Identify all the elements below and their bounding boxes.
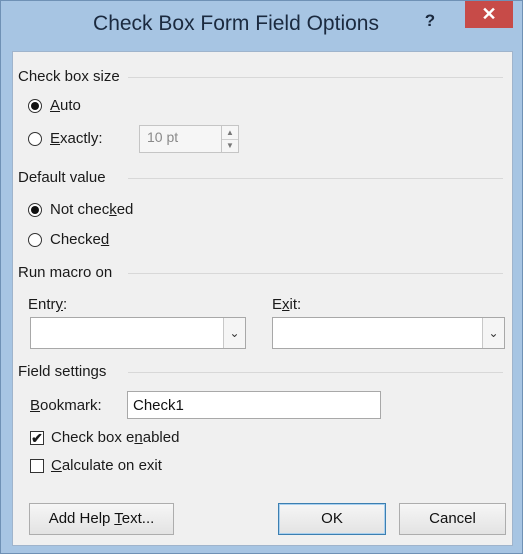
radio-auto-label: Auto [50,97,81,114]
radio-not-checked-label: Not checked [50,201,134,218]
checkbox-enabled-label: Check box enabled [51,429,180,446]
triangle-up-icon[interactable]: ▲ [222,126,238,140]
bookmark-input[interactable] [127,391,381,419]
close-icon: ✕ [481,4,497,24]
exit-label: Exit: [272,296,302,313]
checkbox-enabled-box[interactable]: ✔ [30,430,44,445]
radio-checked[interactable]: Checked [28,231,109,248]
bookmark-label: Bookmark: [30,397,102,414]
dialog-body: Check box size Auto Exactly: 10 pt ▲ ▼ D… [12,51,513,546]
radio-exactly-indicator[interactable] [28,131,42,146]
size-spinner[interactable]: 10 pt ▲ ▼ [139,125,239,153]
checkbox-enabled[interactable]: ✔ Check box enabled [30,429,179,446]
add-help-text-button[interactable]: Add Help Text... [29,503,174,535]
chevron-down-icon[interactable]: ⌄ [223,318,245,348]
field-settings-heading: Field settings [18,363,107,380]
exit-dropdown[interactable]: ⌄ [272,317,505,349]
radio-checked-label: Checked [50,231,110,248]
default-value-heading: Default value [18,169,106,186]
ok-button[interactable]: OK [278,503,386,535]
title-bar[interactable]: Check Box Form Field Options ? ✕ [1,1,522,51]
size-spinner-value: 10 pt [147,129,179,145]
group-divider [128,178,503,179]
group-divider [128,77,503,78]
dialog-window: Check Box Form Field Options ? ✕ Check b… [0,0,523,554]
radio-auto[interactable]: Auto [28,97,81,114]
entry-dropdown[interactable]: ⌄ [30,317,246,349]
checkbox-calculate[interactable]: Calculate on exit [30,457,162,474]
radio-auto-indicator[interactable] [28,98,42,113]
entry-label: Entry: [28,296,68,313]
group-divider [128,372,503,373]
triangle-down-icon[interactable]: ▼ [222,139,238,152]
chevron-down-icon[interactable]: ⌄ [482,318,504,348]
help-button[interactable]: ? [421,11,439,31]
radio-exactly-label: Exactly: [50,130,103,147]
radio-not-checked[interactable]: Not checked [28,201,133,218]
radio-exactly[interactable]: Exactly: [28,130,103,147]
radio-checked-indicator[interactable] [28,232,42,247]
group-divider [128,273,503,274]
cancel-button[interactable]: Cancel [399,503,506,535]
run-macro-heading: Run macro on [18,264,113,281]
checkbox-calculate-box[interactable] [30,458,44,473]
checkbox-calculate-label: Calculate on exit [51,457,162,474]
spinner-buttons: ▲ ▼ [221,126,238,152]
check-box-size-heading: Check box size [18,68,120,85]
radio-not-checked-indicator[interactable] [28,202,42,217]
window-title: Check Box Form Field Options [93,12,379,35]
close-button[interactable]: ✕ [465,1,513,28]
